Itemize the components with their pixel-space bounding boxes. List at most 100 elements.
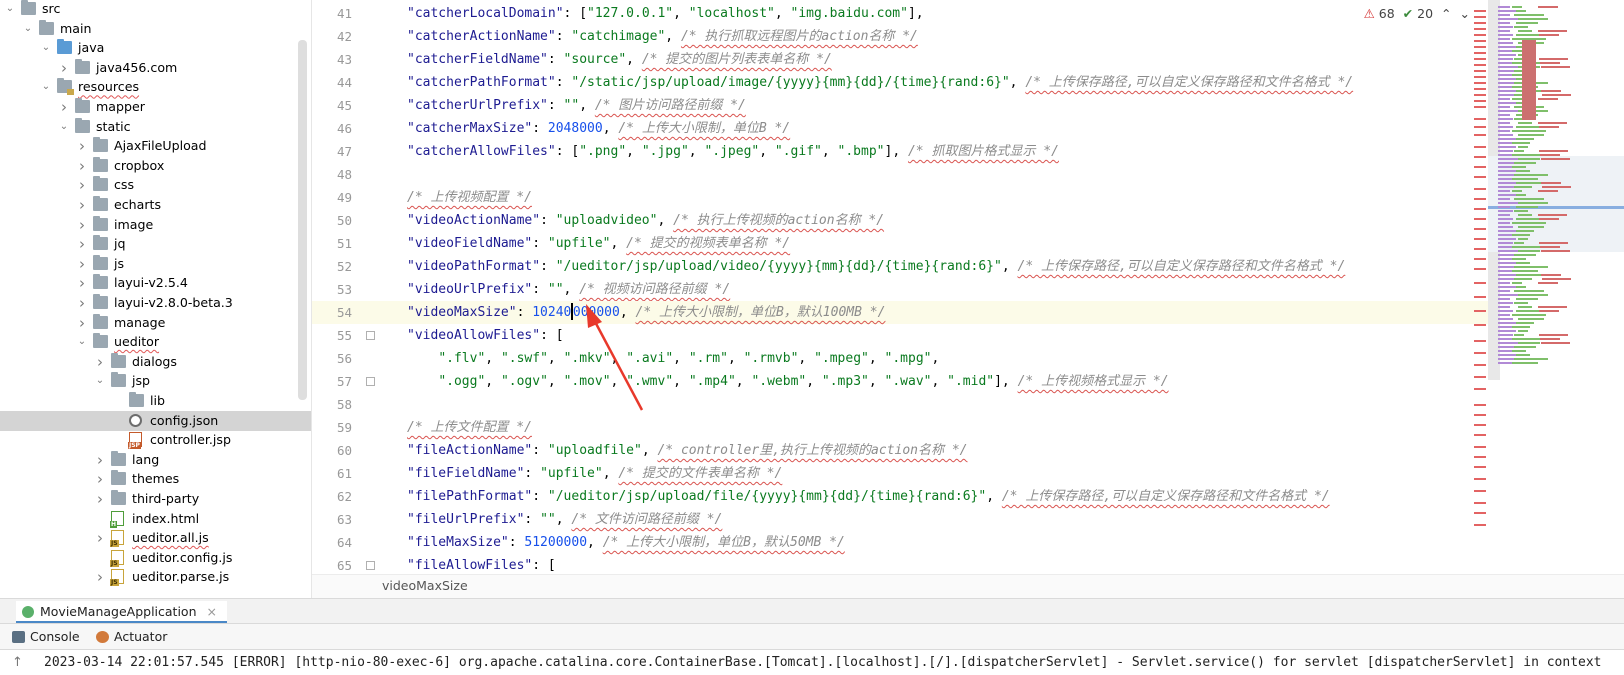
error-marker[interactable] xyxy=(1474,118,1486,120)
error-marker[interactable] xyxy=(1474,296,1486,298)
chevron-down-icon[interactable]: ⌄ xyxy=(40,77,52,97)
error-marker[interactable] xyxy=(1474,64,1486,66)
tree-item[interactable]: ⌄ java xyxy=(0,38,311,58)
error-marker[interactable] xyxy=(1474,238,1486,240)
error-marker[interactable] xyxy=(1474,388,1486,390)
chevron-right-icon[interactable]: › xyxy=(76,215,88,235)
error-marker[interactable] xyxy=(1474,126,1486,128)
tree-item[interactable]: › js xyxy=(0,254,311,274)
project-tree[interactable]: ⌄ src ⌄ main ⌄ java › java456.com ⌄ resources › map… xyxy=(0,0,312,598)
chevron-down-icon[interactable]: ⌄ xyxy=(4,0,16,19)
error-marker[interactable] xyxy=(1474,456,1486,458)
code-line[interactable]: "videoMaxSize": 10240 000000, /* 上传大小限制，单… xyxy=(374,301,1504,324)
code-line[interactable]: "catcherPathFormat": "/static/jsp/upload… xyxy=(374,71,1504,94)
error-marker[interactable] xyxy=(1474,16,1486,18)
error-marker[interactable] xyxy=(1474,248,1486,250)
chevron-right-icon[interactable]: › xyxy=(76,175,88,195)
error-marker[interactable] xyxy=(1474,40,1486,42)
code-line[interactable]: "catcherMaxSize": 2048000, /* 上传大小限制，单位B… xyxy=(374,117,1504,140)
chevron-down-icon[interactable]: ⌄ xyxy=(58,117,70,137)
error-marker[interactable] xyxy=(1474,258,1486,260)
chevron-right-icon[interactable]: › xyxy=(94,469,106,489)
code-line[interactable]: "videoFieldName": "upfile", /* 提交的视频表单名称… xyxy=(374,232,1504,255)
code-editor[interactable]: 41 42 43 44 45 46 47 48 49 50 51 52 53 54 55 56 57 58 59 60… xyxy=(312,0,1624,574)
chevron-right-icon[interactable]: › xyxy=(76,254,88,274)
error-marker[interactable] xyxy=(1474,208,1486,210)
chevron-right-icon[interactable]: › xyxy=(76,156,88,176)
error-marker[interactable] xyxy=(1474,146,1486,148)
tree-item[interactable]: › mapper xyxy=(0,97,311,117)
tree-item[interactable]: config.json xyxy=(0,410,311,431)
chevron-right-icon[interactable]: › xyxy=(94,489,106,509)
error-marker[interactable] xyxy=(1474,414,1486,416)
error-marker[interactable] xyxy=(1474,340,1486,342)
arrow-up-icon[interactable]: ↑ xyxy=(12,650,23,675)
error-marker[interactable] xyxy=(1474,466,1486,468)
code-line[interactable]: "catcherLocalDomain": ["127.0.0.1", "loc… xyxy=(374,2,1504,25)
tree-item[interactable]: › AjaxFileUpload xyxy=(0,136,311,156)
console-output[interactable]: ↑ 2023-03-14 22:01:57.545 [ERROR] [http-… xyxy=(0,650,1624,675)
tree-item[interactable]: › echarts xyxy=(0,195,311,215)
code-line[interactable]: "catcherActionName": "catchimage", /* 执行… xyxy=(374,25,1504,48)
tab-actuator[interactable]: Actuator xyxy=(94,627,167,647)
error-marker[interactable] xyxy=(1474,446,1486,448)
error-marker[interactable] xyxy=(1474,88,1486,90)
error-marker[interactable] xyxy=(1474,478,1486,480)
tree-item[interactable]: › manage xyxy=(0,313,311,333)
code-line[interactable] xyxy=(374,393,1504,416)
code-line[interactable]: /* 上传文件配置 */ xyxy=(374,416,1504,439)
error-marker[interactable] xyxy=(1474,188,1486,190)
tree-item[interactable]: ⌄ resources xyxy=(0,77,311,97)
tree-item[interactable]: ⌄ src xyxy=(0,0,311,19)
error-marker[interactable] xyxy=(1474,34,1486,36)
code-line[interactable]: "fileAllowFiles": [ xyxy=(374,554,1504,574)
code-line[interactable]: "videoActionName": "uploadvideo", /* 执行上… xyxy=(374,209,1504,232)
tree-item[interactable]: › java456.com xyxy=(0,58,311,78)
chevron-down-icon[interactable]: ⌄ xyxy=(1460,6,1470,21)
code-line[interactable]: ".flv", ".swf", ".mkv", ".avi", ".rm", "… xyxy=(374,347,1504,370)
tree-item[interactable]: ⌄ main xyxy=(0,19,311,39)
error-marker[interactable] xyxy=(1474,502,1486,504)
tree-item[interactable]: JSP controller.jsp xyxy=(0,430,311,450)
chevron-right-icon[interactable]: › xyxy=(94,567,106,587)
chevron-right-icon[interactable]: › xyxy=(76,273,88,293)
code-line[interactable]: "videoAllowFiles": [ xyxy=(374,324,1504,347)
error-marker[interactable] xyxy=(1474,100,1486,102)
tree-item[interactable]: › cropbox xyxy=(0,156,311,176)
error-marker[interactable] xyxy=(1474,490,1486,492)
error-marker[interactable] xyxy=(1474,58,1486,60)
code-line[interactable]: "catcherFieldName": "source", /* 提交的图片列表… xyxy=(374,48,1504,71)
error-marker[interactable] xyxy=(1474,512,1486,514)
chevron-right-icon[interactable]: › xyxy=(94,352,106,372)
error-marker[interactable] xyxy=(1474,70,1486,72)
tree-item[interactable]: ⌄ jsp xyxy=(0,371,311,391)
breadcrumb[interactable]: videoMaxSize xyxy=(312,574,1624,598)
tree-item[interactable]: › JS ueditor.all.js xyxy=(0,528,311,548)
chevron-down-icon[interactable]: ⌄ xyxy=(40,38,52,58)
code-line[interactable]: ".ogg", ".ogv", ".mov", ".wmv", ".mp4", … xyxy=(374,370,1504,393)
code-line[interactable]: "catcherUrlPrefix": "", /* 图片访问路径前缀 */ xyxy=(374,94,1504,117)
tree-item[interactable]: › jq xyxy=(0,234,311,254)
tree-item[interactable]: › dialogs xyxy=(0,352,311,372)
chevron-right-icon[interactable]: › xyxy=(76,313,88,333)
error-marker[interactable] xyxy=(1474,424,1486,426)
tree-item[interactable]: › image xyxy=(0,215,311,235)
error-marker[interactable] xyxy=(1474,524,1486,526)
chevron-right-icon[interactable]: › xyxy=(76,136,88,156)
error-marker[interactable] xyxy=(1474,52,1486,54)
run-tab[interactable]: MovieManageApplication × xyxy=(16,601,227,623)
code-line[interactable]: "catcherAllowFiles": [".png", ".jpg", ".… xyxy=(374,140,1504,163)
chevron-right-icon[interactable]: › xyxy=(58,58,70,78)
tree-item[interactable]: JS ueditor.config.js xyxy=(0,548,311,568)
error-marker[interactable] xyxy=(1474,376,1486,378)
code-line[interactable]: "videoUrlPrefix": "", /* 视频访问路径前缀 */ xyxy=(374,278,1504,301)
chevron-right-icon[interactable]: › xyxy=(76,293,88,313)
error-stripe[interactable] xyxy=(1470,0,1486,574)
error-marker[interactable] xyxy=(1474,324,1486,326)
code-line[interactable]: "fileActionName": "uploadfile", /* contr… xyxy=(374,439,1504,462)
chevron-down-icon[interactable]: ⌄ xyxy=(76,332,88,352)
error-marker[interactable] xyxy=(1474,134,1486,136)
error-marker[interactable] xyxy=(1474,82,1486,84)
error-marker[interactable] xyxy=(1474,404,1486,406)
chevron-up-icon[interactable]: ⌃ xyxy=(1441,6,1451,21)
